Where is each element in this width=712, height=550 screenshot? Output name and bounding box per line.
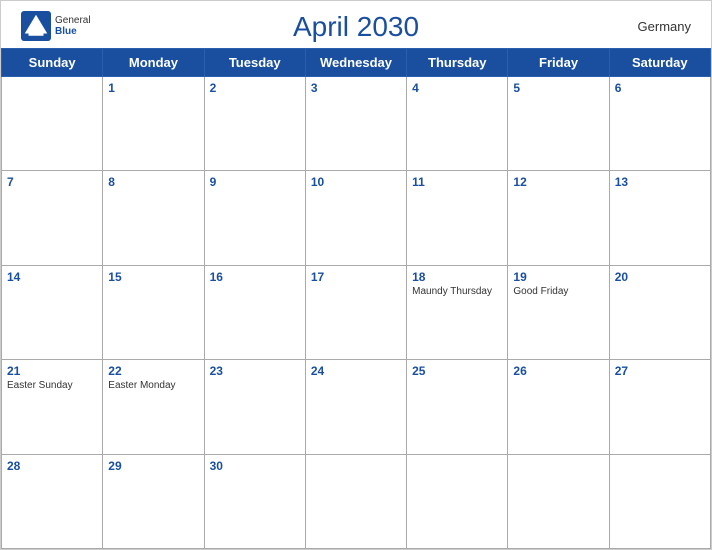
day-number-29: 29 — [108, 459, 198, 473]
day-number-18: 18 — [412, 270, 502, 284]
day-cell-w2-d6: 20 — [609, 265, 710, 359]
day-cell-w0-d2: 2 — [204, 77, 305, 171]
day-cell-w3-d0: 21 Easter Sunday — [2, 360, 103, 454]
day-event-18: Maundy Thursday — [412, 286, 502, 297]
day-number-13: 13 — [615, 175, 705, 189]
logo-icon — [21, 11, 51, 41]
day-cell-w1-d2: 9 — [204, 171, 305, 265]
calendar-title: April 2030 — [293, 11, 419, 43]
day-cell-w0-d6: 6 — [609, 77, 710, 171]
calendar-container: General Blue April 2030 Germany Sunday M… — [0, 0, 712, 550]
logo: General Blue — [21, 11, 91, 41]
day-cell-w0-d5: 5 — [508, 77, 609, 171]
day-number-22: 22 — [108, 364, 198, 378]
header-thursday: Thursday — [407, 49, 508, 77]
day-event-19: Good Friday — [513, 286, 603, 297]
day-number-26: 26 — [513, 364, 603, 378]
day-number-20: 20 — [615, 270, 705, 284]
day-cell-w2-d3: 17 — [305, 265, 406, 359]
day-number-9: 9 — [210, 175, 300, 189]
day-number-11: 11 — [412, 175, 502, 189]
day-number-19: 19 — [513, 270, 603, 284]
day-number-30: 30 — [210, 459, 300, 473]
day-number-27: 27 — [615, 364, 705, 378]
day-cell-w1-d3: 10 — [305, 171, 406, 265]
day-number-7: 7 — [7, 175, 97, 189]
header-sunday: Sunday — [2, 49, 103, 77]
day-number-1: 1 — [108, 81, 198, 95]
day-number-25: 25 — [412, 364, 502, 378]
day-number-6: 6 — [615, 81, 705, 95]
header-tuesday: Tuesday — [204, 49, 305, 77]
week-row-2: 14 15 16 17 18 Maundy Thursday 19 Good Friday 20 — [2, 265, 711, 359]
day-cell-w1-d1: 8 — [103, 171, 204, 265]
day-cell-w1-d5: 12 — [508, 171, 609, 265]
day-cell-w4-d0: 28 — [2, 454, 103, 548]
country-label: Germany — [638, 19, 691, 34]
day-cell-w3-d4: 25 — [407, 360, 508, 454]
day-number-10: 10 — [311, 175, 401, 189]
calendar-body: 123456789101112131415161718Maundy Thursd… — [2, 77, 711, 549]
day-cell-w4-d1: 29 — [103, 454, 204, 548]
day-number-4: 4 — [412, 81, 502, 95]
day-cell-w3-d1: 22 Easter Monday — [103, 360, 204, 454]
day-cell-w3-d3: 24 — [305, 360, 406, 454]
day-cell-w4-d5 — [508, 454, 609, 548]
day-cell-w4-d4 — [407, 454, 508, 548]
day-cell-w4-d3 — [305, 454, 406, 548]
weekday-header-row: Sunday Monday Tuesday Wednesday Thursday… — [2, 49, 711, 77]
day-number-15: 15 — [108, 270, 198, 284]
header-monday: Monday — [103, 49, 204, 77]
day-number-16: 16 — [210, 270, 300, 284]
day-cell-w4-d6 — [609, 454, 710, 548]
calendar-table: Sunday Monday Tuesday Wednesday Thursday… — [1, 48, 711, 549]
day-event-21: Easter Sunday — [7, 380, 97, 391]
day-cell-w1-d6: 13 — [609, 171, 710, 265]
day-cell-w2-d5: 19 Good Friday — [508, 265, 609, 359]
day-number-12: 12 — [513, 175, 603, 189]
logo-general: General — [55, 15, 91, 26]
day-number-2: 2 — [210, 81, 300, 95]
header-saturday: Saturday — [609, 49, 710, 77]
logo-text: General Blue — [55, 15, 91, 37]
day-cell-w0-d1: 1 — [103, 77, 204, 171]
header-friday: Friday — [508, 49, 609, 77]
week-row-3: 21 Easter Sunday 22 Easter Monday 23 24 25 26 27 — [2, 360, 711, 454]
day-cell-w1-d4: 11 — [407, 171, 508, 265]
day-number-28: 28 — [7, 459, 97, 473]
day-cell-w0-d0 — [2, 77, 103, 171]
day-event-22: Easter Monday — [108, 380, 198, 391]
day-number-23: 23 — [210, 364, 300, 378]
week-row-4: 28 29 30 — [2, 454, 711, 548]
logo-blue: Blue — [55, 26, 91, 37]
day-cell-w4-d2: 30 — [204, 454, 305, 548]
day-cell-w2-d2: 16 — [204, 265, 305, 359]
day-number-14: 14 — [7, 270, 97, 284]
day-cell-w3-d6: 27 — [609, 360, 710, 454]
day-number-24: 24 — [311, 364, 401, 378]
day-cell-w0-d4: 4 — [407, 77, 508, 171]
day-number-21: 21 — [7, 364, 97, 378]
day-cell-w1-d0: 7 — [2, 171, 103, 265]
day-cell-w2-d1: 15 — [103, 265, 204, 359]
header-wednesday: Wednesday — [305, 49, 406, 77]
day-cell-w2-d4: 18 Maundy Thursday — [407, 265, 508, 359]
day-number-3: 3 — [311, 81, 401, 95]
day-cell-w0-d3: 3 — [305, 77, 406, 171]
day-number-8: 8 — [108, 175, 198, 189]
day-number-5: 5 — [513, 81, 603, 95]
day-cell-w3-d2: 23 — [204, 360, 305, 454]
calendar-header: General Blue April 2030 Germany — [1, 1, 711, 48]
week-row-0: 123456 — [2, 77, 711, 171]
day-number-17: 17 — [311, 270, 401, 284]
day-cell-w2-d0: 14 — [2, 265, 103, 359]
week-row-1: 789 10 11 12 13 — [2, 171, 711, 265]
day-cell-w3-d5: 26 — [508, 360, 609, 454]
